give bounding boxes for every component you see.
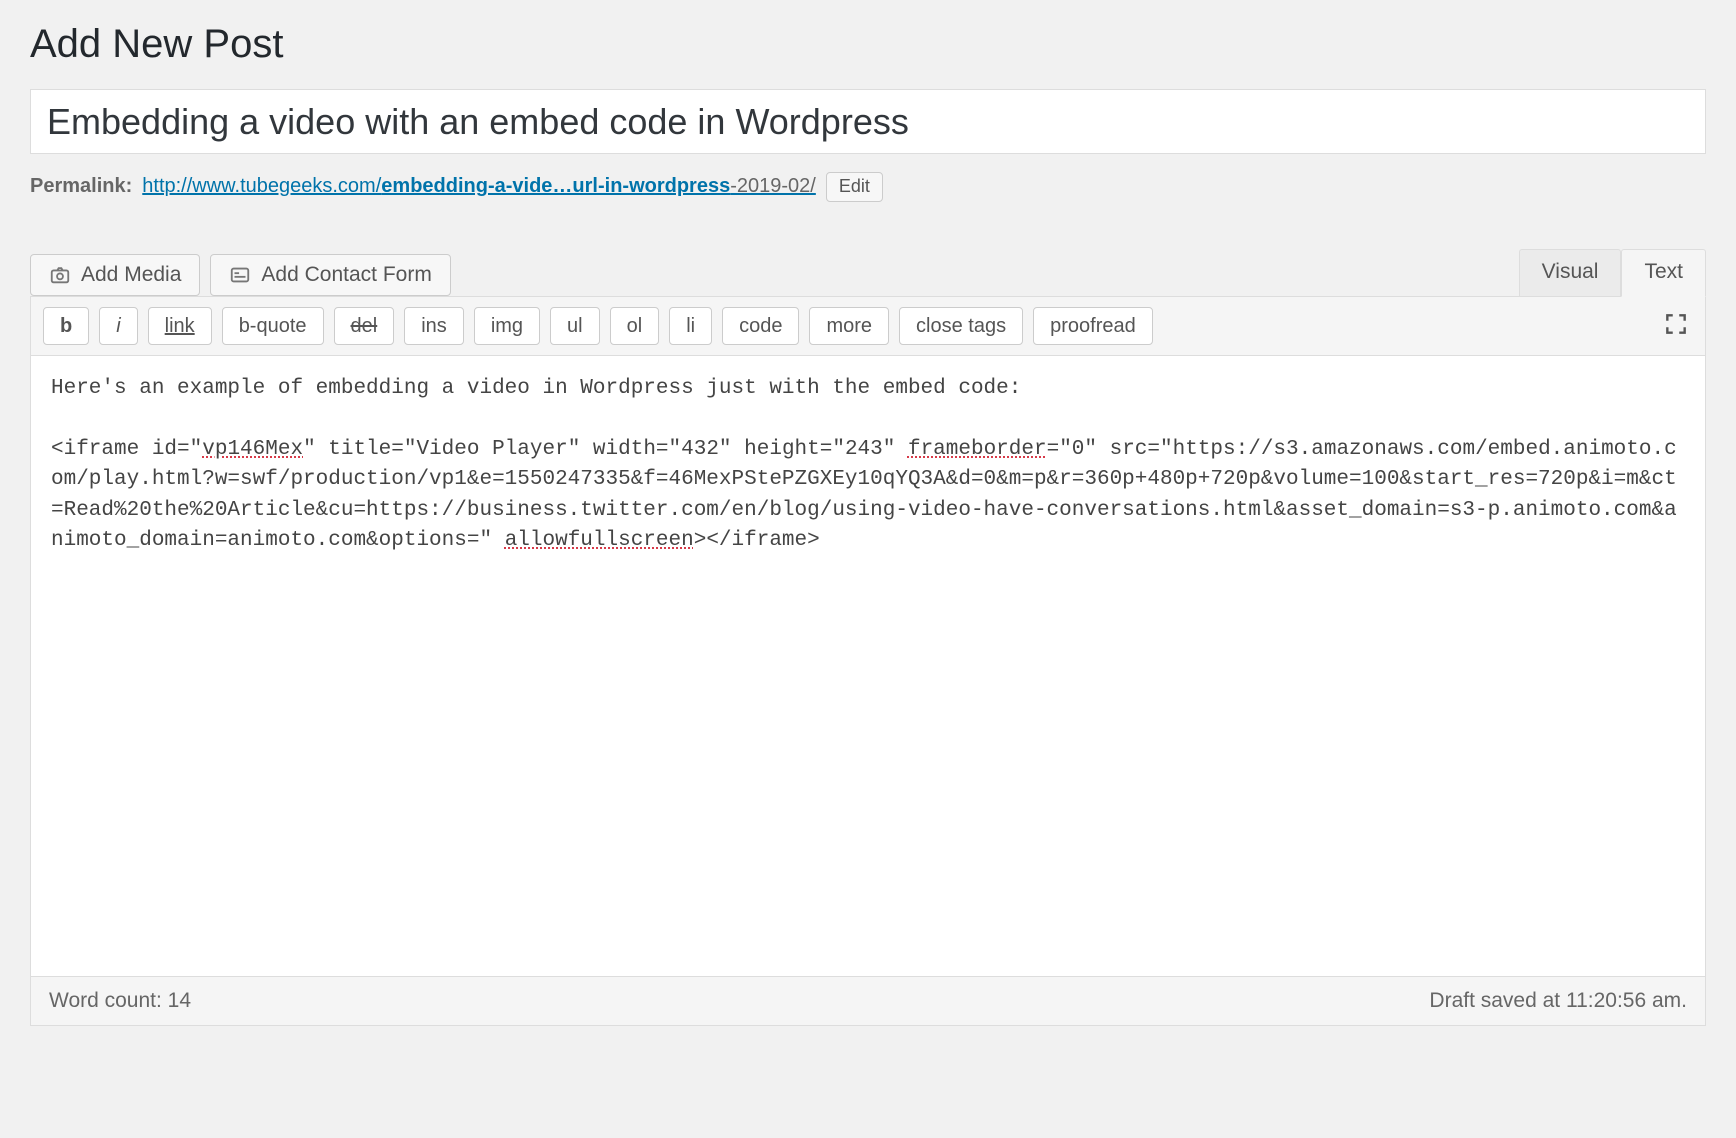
content-intro: Here's an example of embedding a video i… xyxy=(51,377,1021,400)
permalink-link[interactable]: http://www.tubegeeks.com/embedding-a-vid… xyxy=(142,175,816,198)
page-title: Add New Post xyxy=(30,22,1706,67)
qt-bold-button[interactable]: b xyxy=(43,307,89,345)
qt-li-button[interactable]: li xyxy=(669,307,712,345)
qt-italic-label: i xyxy=(116,315,120,337)
qt-closetags-button[interactable]: close tags xyxy=(899,307,1023,345)
fullscreen-button[interactable] xyxy=(1659,307,1693,344)
permalink-suffix: -2019-02/ xyxy=(730,175,816,197)
qt-italic-button[interactable]: i xyxy=(99,307,137,345)
word-count-value: 14 xyxy=(168,989,191,1012)
content-seg-b: " title="Video Player" width="432" heigh… xyxy=(303,438,908,461)
content-spell-1: vp146Mex xyxy=(202,438,303,461)
word-count: Word count: 14 xyxy=(49,989,191,1013)
qt-link-label: link xyxy=(165,315,195,337)
qt-ol-button[interactable]: ol xyxy=(610,307,660,345)
camera-icon xyxy=(49,264,71,286)
qt-del-label: del xyxy=(351,315,378,337)
qt-more-button[interactable]: more xyxy=(809,307,889,345)
add-media-label: Add Media xyxy=(81,263,181,287)
qt-ins-button[interactable]: ins xyxy=(404,307,464,345)
qt-bquote-button[interactable]: b-quote xyxy=(222,307,324,345)
tab-visual[interactable]: Visual xyxy=(1519,249,1622,297)
qt-img-button[interactable]: img xyxy=(474,307,540,345)
permalink-label: Permalink: xyxy=(30,175,132,198)
form-icon xyxy=(229,264,251,286)
add-contact-form-label: Add Contact Form xyxy=(261,263,431,287)
qt-ul-button[interactable]: ul xyxy=(550,307,600,345)
qt-bold-label: b xyxy=(60,315,72,337)
content-seg-d: ></iframe> xyxy=(694,529,820,552)
post-title-input[interactable] xyxy=(30,89,1706,154)
content-seg-a: <iframe id=" xyxy=(51,438,202,461)
content-spell-2: frameborder xyxy=(908,438,1047,461)
add-media-button[interactable]: Add Media xyxy=(30,254,200,296)
fullscreen-icon xyxy=(1663,325,1689,340)
word-count-label: Word count: xyxy=(49,989,168,1012)
edit-permalink-button[interactable]: Edit xyxy=(826,172,883,202)
quicktags-toolbar: b i link b-quote del ins img ul ol li co… xyxy=(31,297,1705,356)
qt-del-button[interactable]: del xyxy=(334,307,395,345)
editor-status-bar: Word count: 14 Draft saved at 11:20:56 a… xyxy=(31,976,1705,1025)
permalink-row: Permalink: http://www.tubegeeks.com/embe… xyxy=(30,172,1706,202)
permalink-base: http://www.tubegeeks.com/ xyxy=(142,175,381,197)
qt-proofread-button[interactable]: proofread xyxy=(1033,307,1153,345)
content-spell-3: allowfullscreen xyxy=(505,529,694,552)
editor: b i link b-quote del ins img ul ol li co… xyxy=(30,296,1706,1026)
post-content-textarea[interactable]: Here's an example of embedding a video i… xyxy=(31,356,1705,976)
editor-tabs: Visual Text xyxy=(1519,248,1706,296)
permalink-slug: embedding-a-vide…url-in-wordpress xyxy=(381,175,730,197)
add-contact-form-button[interactable]: Add Contact Form xyxy=(210,254,450,296)
draft-saved-status: Draft saved at 11:20:56 am. xyxy=(1429,989,1687,1013)
tab-text[interactable]: Text xyxy=(1621,249,1706,297)
qt-link-button[interactable]: link xyxy=(148,307,212,345)
qt-code-button[interactable]: code xyxy=(722,307,799,345)
